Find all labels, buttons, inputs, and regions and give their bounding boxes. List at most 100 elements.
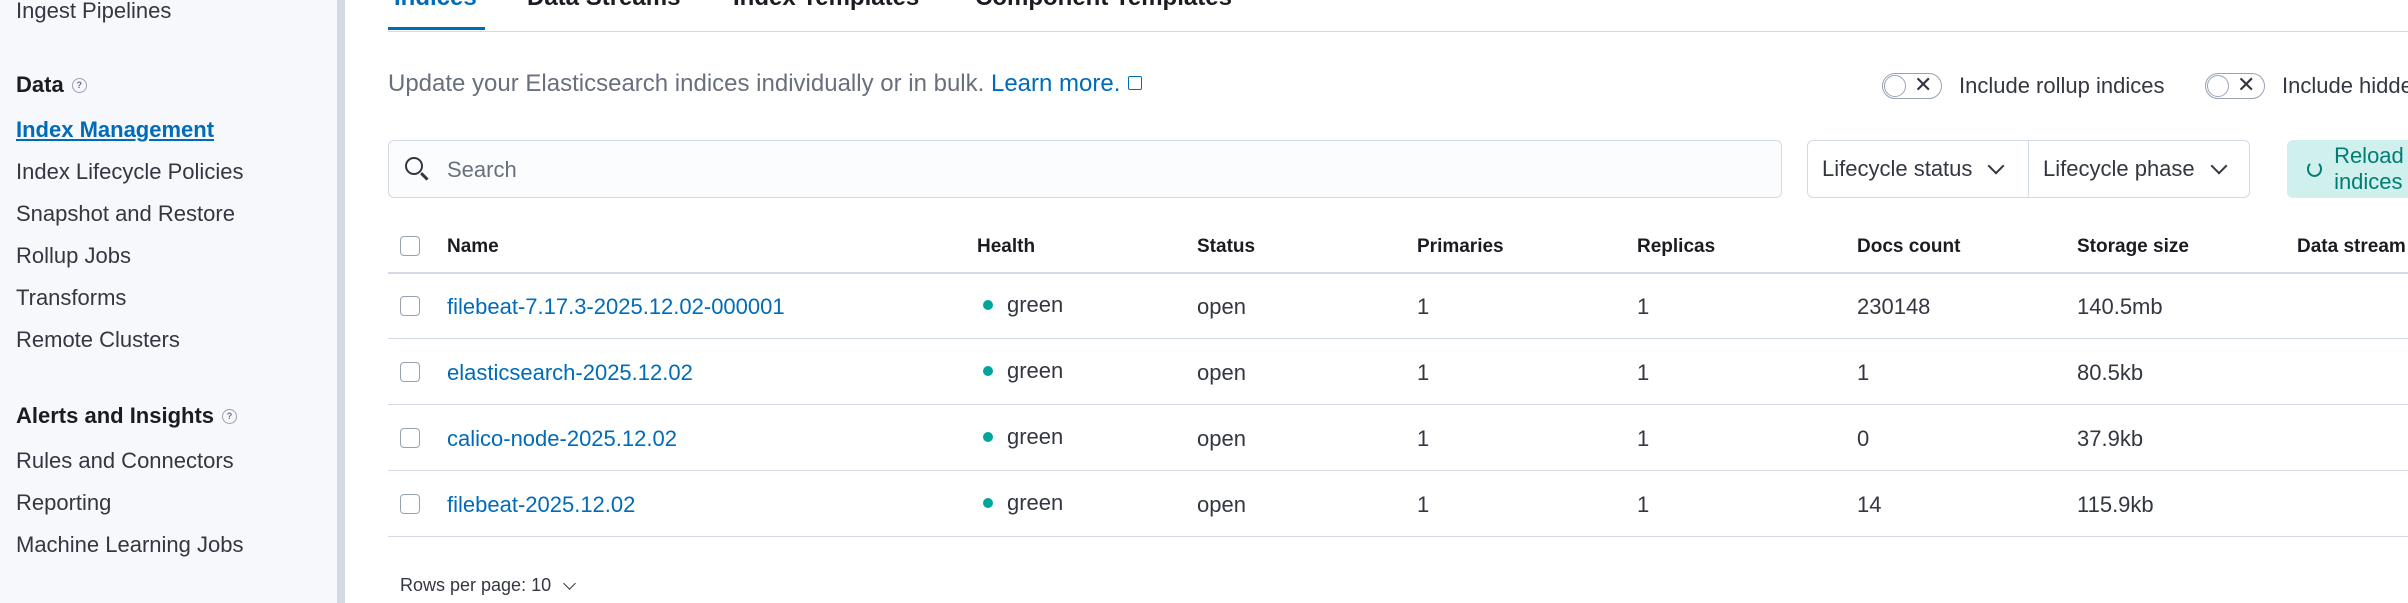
replicas-cell: 1 bbox=[1637, 294, 1650, 319]
table-row: calico-node-2025.12.02 green open 1 1 0 … bbox=[388, 406, 2408, 471]
replicas-cell: 1 bbox=[1637, 360, 1650, 385]
health-cell: green bbox=[983, 490, 1063, 516]
row-checkbox[interactable] bbox=[400, 296, 420, 316]
row-checkbox[interactable] bbox=[400, 362, 420, 382]
column-header-primaries[interactable]: Primaries bbox=[1417, 236, 1504, 258]
tabs-divider bbox=[388, 31, 2408, 32]
column-header-data-stream[interactable]: Data stream bbox=[2297, 236, 2406, 258]
tab-indices[interactable]: Indices bbox=[394, 0, 477, 12]
docs-count-cell: 1 bbox=[1857, 360, 1870, 385]
health-dot-icon bbox=[983, 300, 993, 310]
description-text: Update your Elasticsearch indices indivi… bbox=[388, 70, 991, 97]
lifecycle-phase-label: Lifecycle phase bbox=[2043, 156, 2195, 181]
toggle-knob bbox=[1884, 75, 1906, 97]
row-checkbox[interactable] bbox=[400, 494, 420, 514]
primaries-cell: 1 bbox=[1417, 294, 1430, 319]
health-dot-icon bbox=[983, 366, 993, 376]
sidebar-heading-data: Data ? bbox=[16, 72, 87, 98]
storage-size-cell: 80.5kb bbox=[2077, 360, 2144, 385]
refresh-icon bbox=[2307, 161, 2323, 177]
storage-size-cell: 37.9kb bbox=[2077, 426, 2144, 451]
storage-size-cell: 115.9kb bbox=[2077, 492, 2154, 517]
sidebar-item-machine-learning-jobs[interactable]: Machine Learning Jobs bbox=[16, 532, 243, 558]
sidebar-heading-alerts: Alerts and Insights ? bbox=[16, 403, 238, 429]
tab-index-templates[interactable]: Index Templates bbox=[733, 0, 919, 12]
page-description: Update your Elasticsearch indices indivi… bbox=[388, 70, 1143, 98]
health-cell: green bbox=[983, 424, 1063, 450]
sidebar-item-reporting[interactable]: Reporting bbox=[16, 490, 111, 516]
chevron-down-icon bbox=[2210, 157, 2228, 175]
rows-per-page-label: Rows per page: 10 bbox=[400, 575, 552, 595]
search-box[interactable] bbox=[388, 140, 1782, 198]
index-name-link[interactable]: filebeat-2025.12.02 bbox=[447, 492, 635, 518]
primaries-cell: 1 bbox=[1417, 492, 1430, 517]
toggle-knob bbox=[2207, 75, 2229, 97]
status-cell: open bbox=[1197, 426, 1246, 451]
sidebar-item-rules-and-connectors[interactable]: Rules and Connectors bbox=[16, 448, 234, 474]
lifecycle-status-filter[interactable]: Lifecycle status bbox=[1807, 140, 2029, 198]
sidebar-item-rollup-jobs[interactable]: Rollup Jobs bbox=[16, 243, 131, 269]
search-icon bbox=[405, 157, 423, 175]
column-header-health[interactable]: Health bbox=[977, 236, 1035, 258]
health-dot-icon bbox=[983, 498, 993, 508]
chevron-down-icon bbox=[1987, 157, 2005, 175]
include-rollup-toggle[interactable]: ✕ bbox=[1882, 72, 1942, 99]
external-link-icon bbox=[1128, 76, 1143, 90]
lifecycle-phase-filter[interactable]: Lifecycle phase bbox=[2028, 140, 2250, 198]
index-name-link[interactable]: filebeat-7.17.3-2025.12.02-000001 bbox=[447, 294, 785, 320]
sidebar-item-snapshot-and-restore[interactable]: Snapshot and Restore bbox=[16, 201, 235, 227]
index-name-link[interactable]: elasticsearch-2025.12.02 bbox=[447, 360, 693, 386]
status-cell: open bbox=[1197, 360, 1246, 385]
sidebar-item-index-management[interactable]: Index Management bbox=[16, 117, 214, 143]
help-icon: ? bbox=[222, 408, 238, 424]
primaries-cell: 1 bbox=[1417, 426, 1430, 451]
health-value: green bbox=[1007, 358, 1064, 383]
learn-more-link[interactable]: Learn more. bbox=[991, 70, 1120, 97]
replicas-cell: 1 bbox=[1637, 492, 1650, 517]
select-all-checkbox[interactable] bbox=[400, 236, 420, 256]
sidebar-item-remote-clusters[interactable]: Remote Clusters bbox=[16, 327, 180, 353]
search-input[interactable] bbox=[445, 151, 1749, 189]
sidebar: Ingest Pipelines Data ? Index Management… bbox=[0, 0, 338, 603]
tab-component-templates[interactable]: Component Templates bbox=[975, 0, 1232, 12]
docs-count-cell: 14 bbox=[1857, 492, 1882, 517]
replicas-cell: 1 bbox=[1637, 426, 1650, 451]
health-cell: green bbox=[983, 292, 1063, 318]
sidebar-item-transforms[interactable]: Transforms bbox=[16, 285, 126, 311]
column-header-status[interactable]: Status bbox=[1197, 236, 1255, 258]
index-name-link[interactable]: calico-node-2025.12.02 bbox=[447, 426, 677, 452]
sidebar-item-index-lifecycle-policies[interactable]: Index Lifecycle Policies bbox=[16, 159, 243, 185]
sidebar-item-ingest-pipelines[interactable]: Ingest Pipelines bbox=[16, 0, 171, 24]
health-value: green bbox=[1007, 490, 1064, 515]
include-hidden-toggle[interactable]: ✕ bbox=[2205, 72, 2265, 99]
sidebar-scrollbar[interactable] bbox=[337, 0, 345, 603]
sidebar-heading-label: Data bbox=[16, 72, 64, 97]
column-header-name[interactable]: Name bbox=[447, 236, 499, 258]
close-icon: ✕ bbox=[1914, 72, 1933, 97]
table-row: elasticsearch-2025.12.02 green open 1 1 … bbox=[388, 340, 2408, 405]
reload-label: Reload indices bbox=[2334, 143, 2404, 194]
health-dot-icon bbox=[983, 432, 993, 442]
docs-count-cell: 0 bbox=[1857, 426, 1870, 451]
chevron-down-icon bbox=[563, 576, 576, 590]
tab-selected-indicator bbox=[388, 27, 485, 30]
include-rollup-label: Include rollup indices bbox=[1959, 73, 2165, 98]
row-checkbox[interactable] bbox=[400, 428, 420, 448]
include-hidden-label: Include hidden indices bbox=[2282, 73, 2408, 98]
health-value: green bbox=[1007, 424, 1064, 449]
table-row: filebeat-7.17.3-2025.12.02-000001 green … bbox=[388, 274, 2408, 339]
close-icon: ✕ bbox=[2237, 72, 2256, 97]
primaries-cell: 1 bbox=[1417, 360, 1430, 385]
tab-data-streams[interactable]: Data Streams bbox=[527, 0, 680, 12]
table-header: Name Health Status Primaries Replicas Do… bbox=[388, 224, 2408, 274]
reload-indices-button[interactable]: Reload indices bbox=[2287, 140, 2408, 198]
column-header-storage-size[interactable]: Storage size bbox=[2077, 236, 2189, 258]
column-header-docs-count[interactable]: Docs count bbox=[1857, 236, 1960, 258]
column-header-replicas[interactable]: Replicas bbox=[1637, 236, 1715, 258]
main-content: Indices Data Streams Index Templates Com… bbox=[345, 0, 2408, 603]
lifecycle-status-label: Lifecycle status bbox=[1822, 156, 1973, 181]
table-row: filebeat-2025.12.02 green open 1 1 14 11… bbox=[388, 472, 2408, 537]
health-cell: green bbox=[983, 358, 1063, 384]
rows-per-page-selector[interactable]: Rows per page: 10 bbox=[400, 575, 576, 596]
status-cell: open bbox=[1197, 294, 1246, 319]
